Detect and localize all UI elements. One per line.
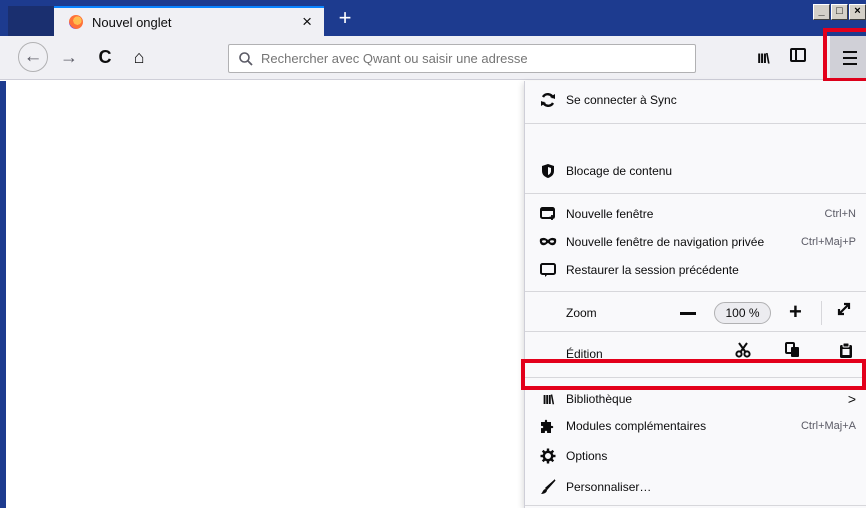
- menu-item-shortcut: Ctrl+N: [824, 208, 856, 220]
- menu-item-label: Se connecter à Sync: [566, 93, 677, 107]
- home-button[interactable]: ⌂: [124, 42, 154, 72]
- menu-item-customize[interactable]: Personnaliser…: [525, 473, 866, 501]
- menu-separator: [525, 193, 866, 194]
- firefox-icon: [69, 15, 83, 29]
- menu-item-label: Options: [566, 449, 608, 463]
- menu-button-highlight: [823, 28, 866, 82]
- puzzle-icon: [539, 417, 557, 435]
- menu-item-label: Nouvelle fenêtre: [566, 207, 654, 221]
- zoom-in-button[interactable]: +: [789, 299, 809, 325]
- tab-new-tab[interactable]: Nouvel onglet ×: [54, 6, 324, 36]
- menu-item-restore-session[interactable]: Restaurer la session précédente: [525, 256, 866, 284]
- menu-item-shortcut: Ctrl+Maj+A: [800, 420, 856, 432]
- menu-separator: [525, 123, 866, 124]
- menu-item-label: Blocage de contenu: [566, 164, 673, 178]
- menu-separator: [525, 291, 866, 292]
- menu-item-label: Bibliothèque: [566, 392, 633, 406]
- zoom-controls: Zoom 100 % +: [525, 299, 866, 327]
- menu-item-addons[interactable]: Modules complémentaires Ctrl+Maj+A: [525, 412, 866, 440]
- menu-item-new-window[interactable]: Nouvelle fenêtre Ctrl+N: [525, 200, 866, 228]
- new-tab-button[interactable]: +: [332, 4, 358, 32]
- navigation-toolbar: ← → C ⌂ III\: [0, 36, 866, 80]
- close-tab-icon[interactable]: ×: [302, 12, 312, 32]
- app-menu-panel: Se connecter à Sync Blocage de contenu N…: [524, 81, 866, 508]
- zoom-out-button[interactable]: [680, 312, 696, 315]
- chevron-right-icon: >: [847, 391, 856, 407]
- reload-button[interactable]: C: [90, 42, 120, 72]
- menu-separator: [525, 505, 866, 506]
- menu-item-content-blocking[interactable]: Blocage de contenu: [525, 157, 866, 185]
- menu-item-sync[interactable]: Se connecter à Sync: [525, 86, 866, 114]
- minimize-button[interactable]: _: [813, 4, 830, 20]
- zoom-label: Zoom: [566, 306, 597, 320]
- mask-icon: [539, 233, 557, 251]
- menu-item-label: Modules complémentaires: [566, 419, 707, 433]
- menu-separator: [525, 331, 866, 332]
- fullscreen-icon[interactable]: [836, 301, 852, 322]
- menu-item-label: Restaurer la session précédente: [566, 263, 739, 277]
- maximize-button[interactable]: □: [831, 4, 848, 20]
- menu-item-private-window[interactable]: Nouvelle fenêtre de navigation privée Ct…: [525, 228, 866, 256]
- sync-icon: [539, 91, 557, 109]
- restore-session-icon: [539, 261, 557, 279]
- menu-item-label: Nouvelle fenêtre de navigation privée: [566, 235, 765, 249]
- new-window-icon: [539, 205, 557, 223]
- tab-strip-left-area: [8, 6, 54, 36]
- menu-item-options[interactable]: Options: [525, 442, 866, 470]
- zoom-divider: [821, 301, 822, 325]
- zoom-reset-button[interactable]: 100 %: [714, 302, 771, 324]
- back-button[interactable]: ←: [18, 42, 48, 72]
- options-highlight: [521, 359, 866, 390]
- title-bar: Nouvel onglet × + _ □ ×: [0, 0, 866, 36]
- paintbrush-icon: [539, 478, 557, 496]
- menu-item-label: Personnaliser…: [566, 480, 652, 494]
- forward-button[interactable]: →: [54, 42, 84, 72]
- gear-icon: [539, 447, 557, 465]
- close-window-button[interactable]: ×: [849, 4, 866, 20]
- search-icon: [239, 51, 253, 66]
- tab-title: Nouvel onglet: [92, 14, 172, 30]
- search-input[interactable]: [261, 51, 681, 66]
- window-controls: _ □ ×: [812, 4, 866, 24]
- shield-icon: [539, 162, 557, 180]
- menu-item-shortcut: Ctrl+Maj+P: [800, 236, 856, 248]
- library-icon: III\: [542, 391, 554, 407]
- library-button[interactable]: III\: [748, 44, 778, 72]
- sidebar-icon[interactable]: [790, 48, 806, 62]
- url-bar[interactable]: [228, 44, 696, 73]
